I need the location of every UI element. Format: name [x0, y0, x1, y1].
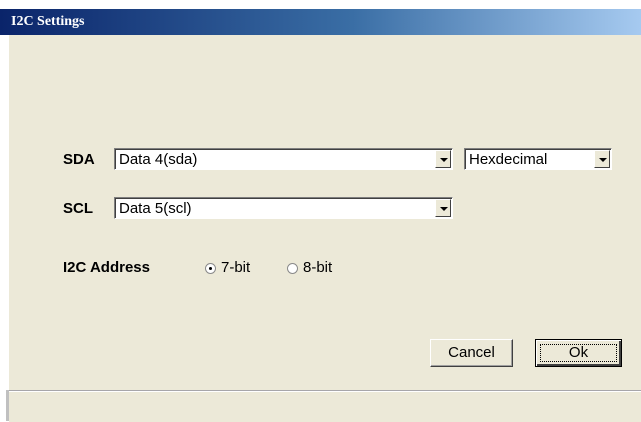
chevron-down-icon — [440, 158, 448, 162]
sda-dropdown-button[interactable] — [435, 150, 451, 168]
scl-dropdown-button[interactable] — [435, 199, 451, 217]
i2c-settings-dialog: I2C Settings SDA Data 4(sda) Hexdecimal … — [0, 0, 641, 422]
number-format-dropdown-button[interactable] — [594, 150, 610, 168]
dialog-body: SDA Data 4(sda) Hexdecimal SCL Data 5(sc… — [9, 35, 641, 390]
sda-select[interactable]: Data 4(sda) — [114, 148, 453, 170]
ok-button[interactable]: Ok — [535, 339, 622, 367]
cancel-button[interactable]: Cancel — [430, 339, 513, 367]
title-bar[interactable]: I2C Settings — [0, 9, 641, 35]
radio-8-bit-label[interactable]: 8-bit — [303, 259, 332, 277]
radio-8-bit[interactable] — [287, 263, 298, 274]
radio-7-bit-label[interactable]: 7-bit — [221, 259, 250, 277]
scl-label: SCL — [63, 200, 93, 217]
window-left-edge — [0, 35, 9, 421]
window-title: I2C Settings — [11, 14, 85, 29]
status-bar — [9, 390, 641, 422]
scl-select[interactable]: Data 5(scl) — [114, 197, 453, 219]
radio-7-bit[interactable] — [205, 263, 216, 274]
radio-selected-dot — [209, 267, 212, 270]
number-format-select[interactable]: Hexdecimal — [464, 148, 612, 170]
sda-label: SDA — [63, 151, 95, 168]
sda-select-value: Data 4(sda) — [119, 151, 198, 168]
ok-button-label: Ok — [568, 344, 589, 361]
number-format-select-value: Hexdecimal — [469, 151, 548, 168]
i2c-address-label: I2C Address — [63, 259, 150, 276]
chevron-down-icon — [440, 207, 448, 211]
chevron-down-icon — [599, 158, 607, 162]
scl-select-value: Data 5(scl) — [119, 200, 192, 217]
window-left-border — [6, 390, 9, 421]
cancel-button-label: Cancel — [448, 344, 495, 361]
